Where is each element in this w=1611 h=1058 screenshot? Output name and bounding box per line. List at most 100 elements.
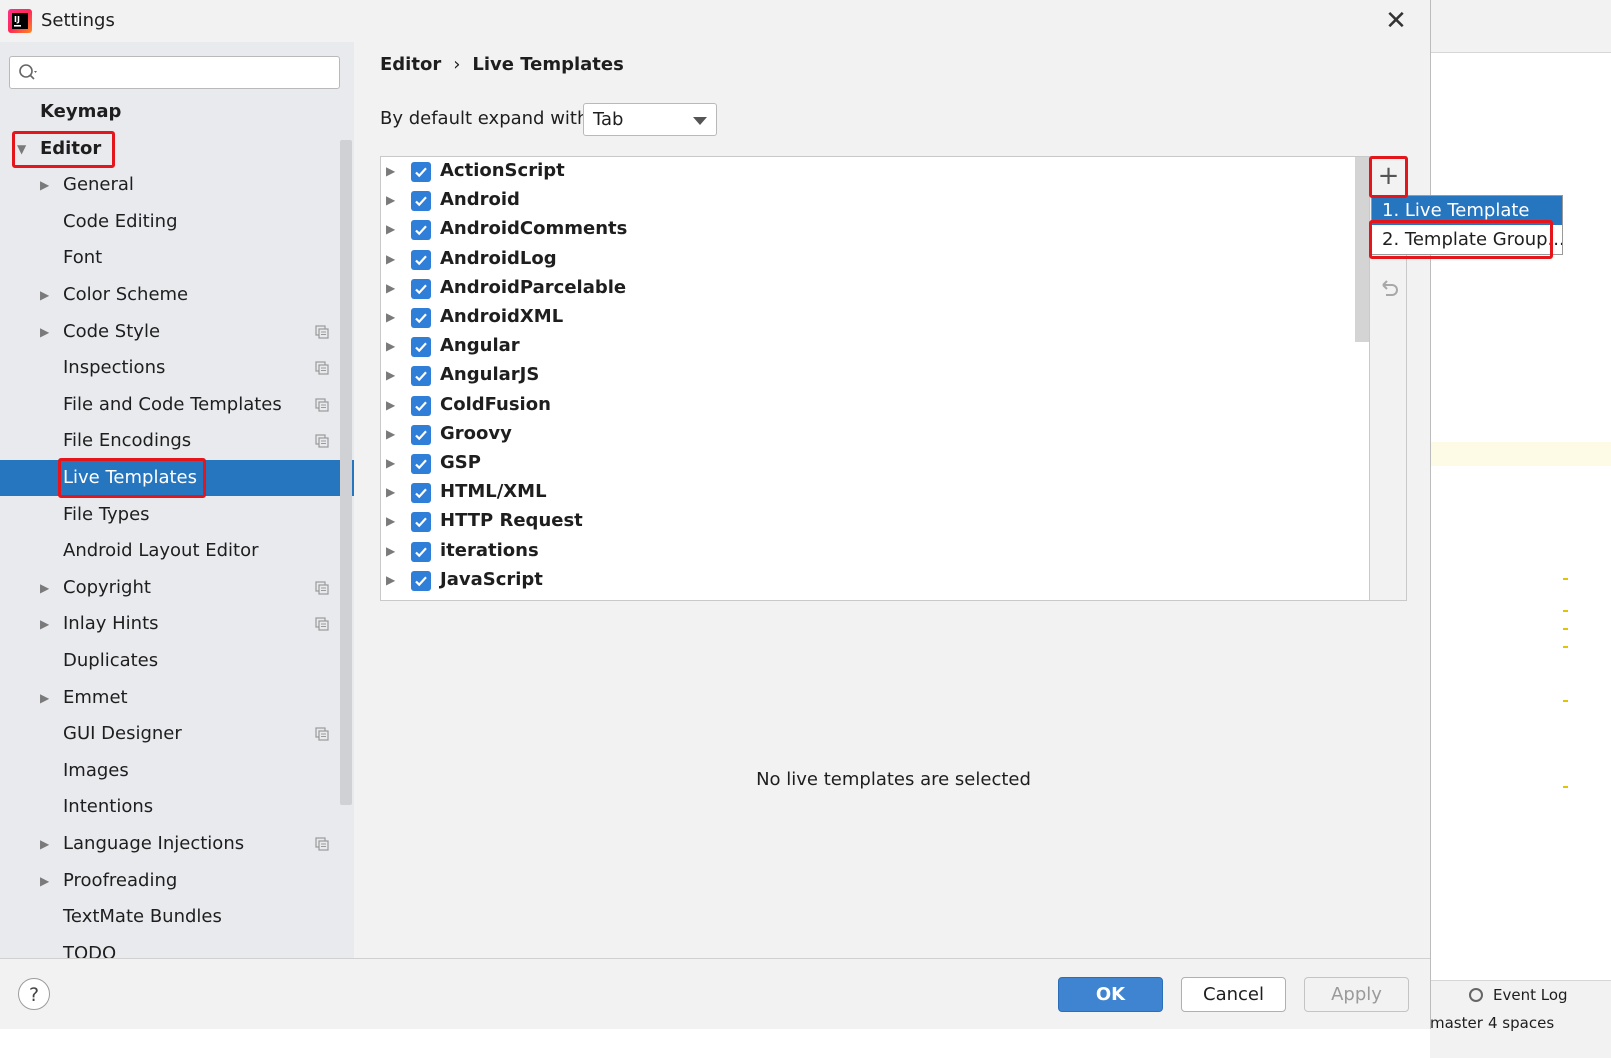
template-group-row[interactable]: ▶ HTML/XML — [381, 479, 1351, 508]
status-indent[interactable]: 4 spaces — [1488, 1014, 1554, 1032]
sidebar-item[interactable]: GUI Designer — [0, 716, 354, 752]
template-group-row[interactable]: ▶ ColdFusion — [381, 392, 1351, 421]
expand-with-select[interactable]: Tab — [583, 103, 717, 136]
sidebar-item[interactable]: ▶ Language Injections — [0, 826, 354, 862]
collapsed-arrow-icon[interactable]: ▶ — [386, 164, 395, 178]
collapsed-arrow-icon[interactable]: ▶ — [386, 544, 395, 558]
checkmark-icon — [415, 576, 427, 587]
ide-current-line-highlight — [1430, 442, 1611, 466]
template-group-checkbox[interactable] — [411, 308, 431, 328]
template-group-row[interactable]: ▶ HTTP Request — [381, 508, 1351, 537]
template-group-row[interactable]: ▶ ActionScript — [381, 158, 1351, 187]
template-group-checkbox[interactable] — [411, 454, 431, 474]
template-group-checkbox[interactable] — [411, 541, 431, 562]
sidebar-scrollbar[interactable] — [340, 140, 352, 805]
sidebar-item[interactable]: File Types — [0, 497, 354, 533]
template-group-checkbox[interactable] — [411, 220, 431, 241]
help-button[interactable]: ? — [18, 978, 50, 1010]
sidebar-item[interactable]: ▶ General — [0, 167, 354, 203]
ok-button[interactable]: OK — [1058, 977, 1163, 1012]
sidebar-item[interactable]: Images — [0, 753, 354, 789]
sidebar-item[interactable]: TODO — [0, 936, 354, 958]
sidebar-item[interactable]: Keymap — [0, 94, 354, 130]
template-group-row[interactable]: ▶ JavaScript — [381, 567, 1351, 596]
sidebar-item[interactable]: ▶ Code Style — [0, 314, 354, 350]
ide-toolbar — [1430, 0, 1611, 53]
collapsed-arrow-icon[interactable]: ▶ — [386, 368, 395, 382]
template-group-checkbox[interactable] — [411, 191, 431, 212]
template-group-row[interactable]: ▶ GSP — [381, 450, 1351, 479]
search-input[interactable] — [9, 56, 340, 89]
template-group-row[interactable]: ▶ AndroidComments — [381, 216, 1351, 245]
annotation-live-templates — [58, 458, 206, 498]
template-group-row[interactable]: ▶ AndroidParcelable — [381, 275, 1351, 304]
collapsed-arrow-icon[interactable]: ▶ — [386, 222, 395, 236]
template-group-checkbox[interactable] — [411, 278, 431, 299]
gutter-marker — [1563, 610, 1568, 612]
template-group-checkbox[interactable] — [411, 512, 431, 533]
template-group-row[interactable]: ▶ AndroidLog — [381, 246, 1351, 275]
collapsed-arrow-icon[interactable]: ▶ — [40, 606, 49, 642]
sidebar-item[interactable]: Android Layout Editor — [0, 533, 354, 569]
undo-icon[interactable] — [1378, 276, 1400, 300]
event-log-button[interactable]: Event Log — [1493, 986, 1568, 1004]
template-group-checkbox[interactable] — [411, 337, 431, 358]
sidebar-item[interactable]: ▶ Proofreading — [0, 863, 354, 899]
collapsed-arrow-icon[interactable]: ▶ — [40, 314, 49, 350]
collapsed-arrow-icon[interactable]: ▶ — [40, 167, 49, 203]
collapsed-arrow-icon[interactable]: ▶ — [386, 456, 395, 470]
template-group-checkbox[interactable] — [411, 249, 431, 270]
collapsed-arrow-icon[interactable]: ▶ — [40, 680, 49, 716]
collapsed-arrow-icon[interactable]: ▶ — [386, 339, 395, 353]
template-group-row[interactable]: ▶ iterations — [381, 538, 1351, 567]
sidebar-item[interactable]: ▶ Copyright — [0, 570, 354, 606]
collapsed-arrow-icon[interactable]: ▶ — [386, 281, 395, 295]
collapsed-arrow-icon[interactable]: ▶ — [386, 310, 395, 324]
list-scrollbar[interactable] — [1355, 157, 1369, 342]
sidebar-item[interactable]: File and Code Templates — [0, 387, 354, 423]
template-group-row[interactable]: ▶ AngularJS — [381, 362, 1351, 391]
template-group-checkbox[interactable] — [411, 395, 431, 416]
collapsed-arrow-icon[interactable]: ▶ — [386, 485, 395, 499]
title-bar: IJ Settings ✕ — [0, 0, 1430, 42]
close-button[interactable]: ✕ — [1380, 6, 1412, 36]
sidebar-item[interactable]: File Encodings — [0, 423, 354, 459]
sidebar-item[interactable]: Font — [0, 240, 354, 276]
collapsed-arrow-icon[interactable]: ▶ — [386, 514, 395, 528]
project-scope-icon — [315, 617, 329, 631]
collapsed-arrow-icon[interactable]: ▶ — [40, 863, 49, 899]
sidebar-item[interactable]: Intentions — [0, 789, 354, 825]
collapsed-arrow-icon[interactable]: ▶ — [386, 573, 395, 587]
collapsed-arrow-icon[interactable]: ▶ — [40, 277, 49, 313]
status-branch[interactable]: master — [1430, 1014, 1483, 1032]
template-group-row[interactable]: ▶ AndroidXML — [381, 304, 1351, 333]
template-group-checkbox[interactable] — [411, 424, 431, 445]
collapsed-arrow-icon[interactable]: ▶ — [386, 398, 395, 412]
sidebar-item[interactable]: ▶ Color Scheme — [0, 277, 354, 313]
sidebar-item[interactable]: Duplicates — [0, 643, 354, 679]
template-group-name: ActionScript — [440, 160, 565, 181]
template-group-checkbox[interactable] — [411, 366, 431, 387]
sidebar-item[interactable]: TextMate Bundles — [0, 899, 354, 935]
template-group-row[interactable]: ▶ Angular — [381, 333, 1351, 362]
breadcrumb-parent[interactable]: Editor — [380, 54, 441, 75]
cancel-button[interactable]: Cancel — [1181, 977, 1286, 1012]
sidebar-item[interactable]: Inspections — [0, 350, 354, 386]
collapsed-arrow-icon[interactable]: ▶ — [40, 826, 49, 862]
template-group-row[interactable]: ▶ Groovy — [381, 421, 1351, 450]
collapsed-arrow-icon[interactable]: ▶ — [386, 427, 395, 441]
sidebar-item-label: Duplicates — [63, 650, 159, 671]
template-group-checkbox[interactable] — [411, 483, 431, 504]
template-group-row[interactable]: ▶ Android — [381, 187, 1351, 216]
collapsed-arrow-icon[interactable]: ▶ — [386, 252, 395, 266]
template-group-checkbox[interactable] — [411, 570, 431, 591]
template-group-checkbox[interactable] — [411, 162, 431, 182]
template-group-name: AndroidXML — [440, 306, 564, 327]
checkmark-icon — [415, 255, 427, 265]
sidebar-item[interactable]: Code Editing — [0, 204, 354, 240]
sidebar-item[interactable]: ▶ Emmet — [0, 680, 354, 716]
sidebar-item[interactable]: ▶ Inlay Hints — [0, 606, 354, 642]
collapsed-arrow-icon[interactable]: ▶ — [386, 193, 395, 207]
collapsed-arrow-icon[interactable]: ▶ — [40, 570, 49, 606]
apply-button[interactable]: Apply — [1304, 977, 1409, 1012]
